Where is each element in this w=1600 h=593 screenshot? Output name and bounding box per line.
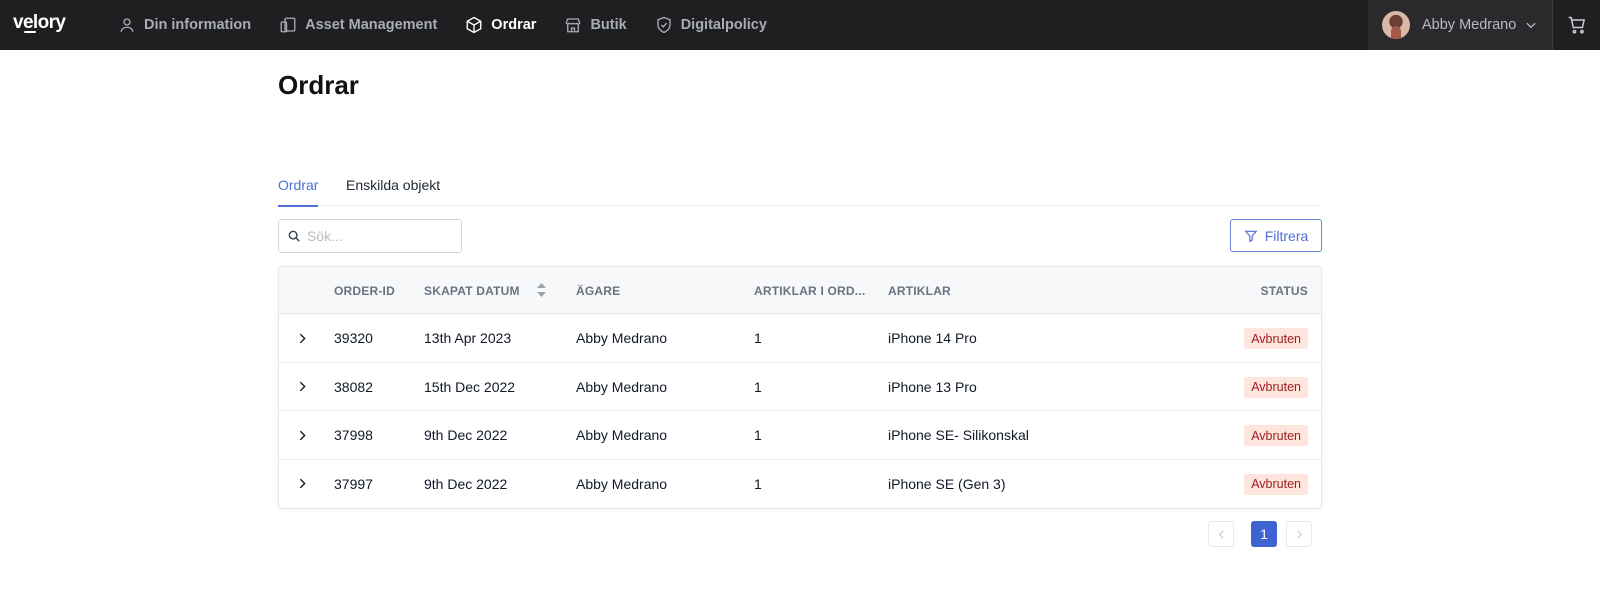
cart-icon — [1568, 16, 1585, 34]
table-row[interactable]: 37997 9th Dec 2022 Abby Medrano 1 iPhone… — [279, 460, 1321, 509]
search-input[interactable] — [307, 228, 447, 244]
chevron-right-icon — [299, 381, 306, 392]
user-name: Abby Medrano — [1422, 17, 1517, 33]
order-owner: Abby Medrano — [576, 427, 668, 443]
order-items: iPhone 14 Pro — [888, 330, 977, 346]
expand-row-button[interactable] — [292, 328, 312, 348]
chevron-right-icon — [299, 333, 306, 343]
status-badge: Avbruten — [1244, 376, 1308, 398]
user-icon — [120, 18, 134, 32]
order-item-count: 1 — [754, 378, 762, 395]
tab-enskilda-objekt[interactable]: Enskilda objekt — [346, 177, 440, 206]
nav-item-asset-management[interactable]: Asset Management — [279, 0, 437, 50]
devices-icon — [280, 17, 296, 33]
page-title: Ordrar — [278, 70, 359, 100]
chevron-right-icon — [299, 478, 306, 489]
tab-bar: Ordrar Enskilda objekt — [278, 168, 1321, 207]
user-menu[interactable]: Abby Medrano — [1368, 0, 1552, 50]
previous-page-button[interactable] — [1208, 521, 1234, 547]
avatar — [1382, 11, 1410, 39]
nav-item-digitalpolicy[interactable]: Digitalpolicy — [655, 0, 767, 50]
status-badge: Avbruten — [1244, 328, 1308, 349]
chevron-right-icon — [299, 430, 306, 440]
top-navigation-bar: velory Din information Asset Management … — [0, 0, 1600, 50]
order-items: iPhone SE (Gen 3) — [888, 475, 1006, 492]
expand-row-button[interactable] — [292, 377, 312, 397]
nav-item-ordrar[interactable]: Ordrar — [465, 0, 536, 50]
table-row[interactable]: 38082 15th Dec 2022 Abby Medrano 1 iPhon… — [279, 363, 1321, 411]
table-header: ORDER-ID SKAPAT DATUM ÄGARE ARTIKLAR I O… — [279, 267, 1321, 314]
expand-row-button[interactable] — [292, 425, 312, 445]
order-owner: Abby Medrano — [576, 475, 668, 492]
nav-item-din-information[interactable]: Din information — [118, 0, 251, 50]
column-header-skapat-datum[interactable]: SKAPAT DATUM — [424, 284, 520, 298]
nav-item-label: Ordrar — [491, 17, 537, 33]
order-id: 39320 — [334, 330, 373, 346]
order-item-count: 1 — [754, 427, 762, 443]
nav-item-label: Din information — [144, 17, 252, 33]
order-item-count: 1 — [754, 330, 762, 346]
filter-button[interactable]: Filtrera — [1230, 219, 1322, 252]
chevron-down-icon — [1526, 22, 1536, 29]
search-box — [278, 219, 462, 253]
shield-icon — [657, 16, 671, 34]
nav-item-butik[interactable]: Butik — [564, 0, 627, 50]
order-date: 9th Dec 2022 — [424, 475, 508, 492]
tab-ordrar[interactable]: Ordrar — [278, 177, 319, 207]
table-row[interactable]: 37998 9th Dec 2022 Abby Medrano 1 iPhone… — [279, 411, 1321, 460]
box-icon — [466, 16, 482, 34]
status-badge: Avbruten — [1244, 473, 1308, 495]
cart-button[interactable] — [1552, 0, 1600, 50]
nav-item-label: Digitalpolicy — [680, 17, 767, 33]
order-item-count: 1 — [754, 475, 762, 492]
order-date: 15th Dec 2022 — [424, 378, 516, 395]
table-row[interactable]: 39320 13th Apr 2023 Abby Medrano 1 iPhon… — [279, 314, 1321, 363]
filter-button-label: Filtrera — [1264, 227, 1309, 244]
column-header-status[interactable]: STATUS — [1261, 284, 1308, 298]
order-owner: Abby Medrano — [576, 330, 668, 346]
order-id: 38082 — [334, 378, 373, 395]
chevron-right-icon — [1296, 529, 1302, 539]
main-nav: Din information Asset Management Ordrar … — [118, 0, 795, 50]
expand-row-button[interactable] — [292, 474, 312, 494]
order-id: 37997 — [334, 475, 373, 492]
order-date: 13th Apr 2023 — [424, 330, 512, 346]
order-items: iPhone SE- Silikonskal — [888, 427, 1029, 443]
next-page-button[interactable] — [1286, 521, 1312, 547]
column-header-artiklar-i-order[interactable]: ARTIKLAR I ORD... — [754, 284, 865, 298]
search-icon — [288, 230, 300, 242]
order-date: 9th Dec 2022 — [424, 427, 508, 443]
chevron-left-icon — [1218, 529, 1224, 539]
nav-item-label: Asset Management — [305, 17, 438, 33]
column-header-artiklar[interactable]: ARTIKLAR — [888, 284, 951, 298]
order-owner: Abby Medrano — [576, 378, 668, 395]
velory-logo[interactable]: velory — [13, 12, 66, 34]
column-header-agare[interactable]: ÄGARE — [576, 284, 620, 298]
filter-icon — [1244, 230, 1258, 242]
orders-table: ORDER-ID SKAPAT DATUM ÄGARE ARTIKLAR I O… — [278, 266, 1322, 509]
order-id: 37998 — [334, 427, 373, 443]
order-items: iPhone 13 Pro — [888, 378, 977, 395]
column-header-order-id[interactable]: ORDER-ID — [334, 284, 395, 298]
sort-icon[interactable] — [537, 283, 546, 297]
nav-item-label: Butik — [590, 17, 627, 33]
status-badge: Avbruten — [1244, 425, 1308, 446]
store-icon — [566, 18, 581, 33]
page-number-button[interactable]: 1 — [1251, 521, 1277, 547]
